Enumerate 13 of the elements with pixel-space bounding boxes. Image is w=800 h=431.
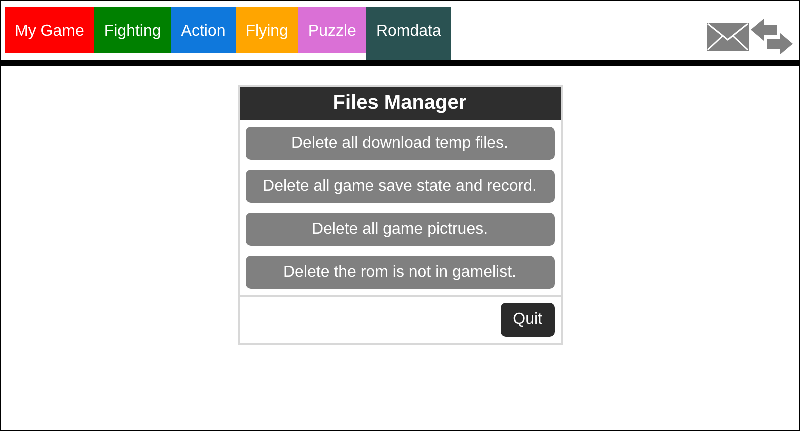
category-tab[interactable]: Fighting (94, 7, 172, 53)
delete-action-button[interactable]: Delete all download temp files. (246, 127, 554, 160)
category-tab[interactable]: My Game (5, 7, 94, 53)
swap-arrows-icon[interactable] (751, 19, 793, 55)
delete-action-button[interactable]: Delete all game pictrues. (246, 213, 554, 246)
dialog-title: Files Manager (240, 87, 560, 120)
category-tab[interactable]: Action (171, 7, 236, 53)
delete-action-button[interactable]: Delete all game save state and record. (246, 170, 554, 203)
delete-action-button[interactable]: Delete the rom is not in gamelist. (246, 256, 554, 289)
category-tab[interactable]: Romdata (366, 7, 452, 60)
quit-button[interactable]: Quit (501, 303, 554, 337)
category-tab[interactable]: Puzzle (298, 7, 366, 53)
envelope-icon[interactable] (707, 23, 749, 51)
